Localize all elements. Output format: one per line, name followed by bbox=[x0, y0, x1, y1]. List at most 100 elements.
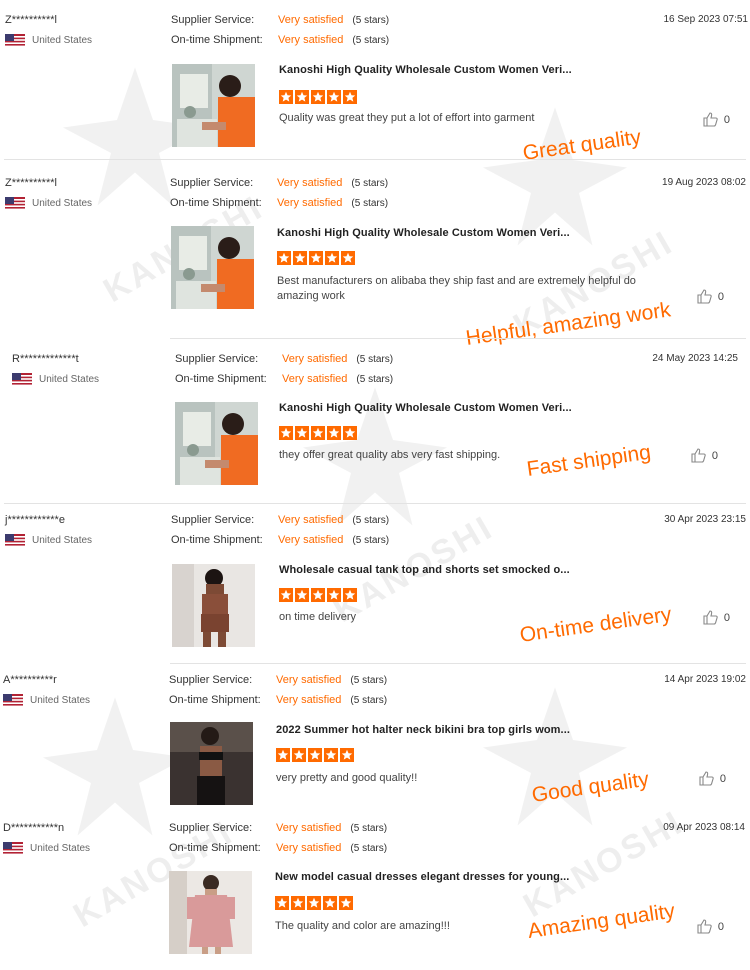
star-icon bbox=[340, 748, 354, 762]
product-title[interactable]: Kanoshi High Quality Wholesale Custom Wo… bbox=[277, 227, 570, 239]
rating-stars bbox=[276, 748, 356, 762]
thumbs-up-icon bbox=[699, 771, 714, 786]
review-divider bbox=[170, 663, 746, 664]
like-button[interactable]: 0 bbox=[691, 448, 718, 463]
review-date: 24 May 2023 14:25 bbox=[652, 353, 738, 364]
thumbs-up-icon bbox=[703, 610, 718, 625]
reviewer-name: Z**********l bbox=[5, 177, 57, 189]
rating-stars bbox=[279, 90, 359, 104]
like-button[interactable]: 0 bbox=[697, 919, 724, 934]
review-item: D***********n United States Supplier Ser… bbox=[0, 822, 750, 970]
supplier-service-value: Very satisfied bbox=[278, 14, 344, 26]
product-image[interactable] bbox=[172, 564, 255, 647]
highlight-caption: Amazing quality bbox=[526, 899, 677, 943]
review-date: 16 Sep 2023 07:51 bbox=[663, 14, 748, 25]
like-button[interactable]: 0 bbox=[699, 771, 726, 786]
star-icon bbox=[309, 251, 323, 265]
supplier-service-row: Supplier Service: Very satisfied (5 star… bbox=[171, 514, 389, 526]
review-date: 30 Apr 2023 23:15 bbox=[664, 514, 746, 525]
supplier-service-value: Very satisfied bbox=[282, 353, 348, 365]
review-comment: Best manufacturers on alibaba they ship … bbox=[277, 275, 636, 302]
ontime-shipment-value: Very satisfied bbox=[276, 842, 342, 854]
ontime-shipment-value: Very satisfied bbox=[276, 694, 342, 706]
ontime-shipment-label: On-time Shipment: bbox=[169, 842, 261, 854]
review-item: Z**********l United States Supplier Serv… bbox=[0, 177, 750, 350]
ontime-shipment-label: On-time Shipment: bbox=[171, 34, 263, 46]
ontime-shipment-label: On-time Shipment: bbox=[171, 534, 263, 546]
product-title[interactable]: New model casual dresses elegant dresses… bbox=[275, 871, 569, 883]
product-title[interactable]: Wholesale casual tank top and shorts set… bbox=[279, 564, 570, 576]
star-icon bbox=[339, 896, 353, 910]
review-date: 09 Apr 2023 08:14 bbox=[663, 822, 745, 833]
country-name: United States bbox=[32, 198, 93, 209]
supplier-service-value: Very satisfied bbox=[278, 514, 344, 526]
product-title[interactable]: Kanoshi High Quality Wholesale Custom Wo… bbox=[279, 402, 572, 414]
product-title[interactable]: Kanoshi High Quality Wholesale Custom Wo… bbox=[279, 64, 572, 76]
supplier-service-value: Very satisfied bbox=[276, 822, 342, 834]
rating-stars bbox=[275, 896, 355, 910]
star-icon bbox=[275, 896, 289, 910]
us-flag-icon bbox=[3, 842, 23, 855]
reviewer-country: United States bbox=[3, 842, 90, 855]
ontime-shipment-label: On-time Shipment: bbox=[169, 694, 261, 706]
reviewer-country: United States bbox=[5, 534, 92, 547]
us-flag-icon bbox=[5, 534, 25, 547]
product-image[interactable] bbox=[169, 871, 252, 954]
star-icon bbox=[327, 90, 341, 104]
star-icon bbox=[343, 90, 357, 104]
like-count: 0 bbox=[723, 113, 730, 126]
reviewer-name: A**********r bbox=[3, 674, 57, 686]
review-date: 19 Aug 2023 08:02 bbox=[662, 177, 746, 188]
like-button[interactable]: 0 bbox=[703, 610, 730, 625]
country-name: United States bbox=[30, 843, 91, 854]
ontime-shipment-row: On-time Shipment: Very satisfied (5 star… bbox=[170, 197, 388, 209]
star-icon bbox=[308, 748, 322, 762]
us-flag-icon bbox=[5, 34, 25, 47]
rating-stars bbox=[279, 426, 359, 440]
supplier-service-label: Supplier Service: bbox=[175, 353, 259, 365]
star-icon bbox=[311, 426, 325, 440]
review-date: 14 Apr 2023 19:02 bbox=[664, 674, 746, 685]
review-comment: Quality was great they put a lot of effo… bbox=[279, 112, 535, 124]
product-image[interactable] bbox=[171, 226, 254, 309]
reviewer-name: R*************t bbox=[12, 353, 79, 365]
product-image[interactable] bbox=[175, 402, 258, 485]
supplier-service-label: Supplier Service: bbox=[171, 514, 255, 526]
star-icon bbox=[311, 90, 325, 104]
ontime-shipment-stars: (5 stars) bbox=[352, 34, 390, 46]
star-icon bbox=[292, 748, 306, 762]
star-icon bbox=[327, 588, 341, 602]
review-divider bbox=[170, 338, 746, 339]
product-image[interactable] bbox=[170, 722, 253, 805]
us-flag-icon bbox=[3, 694, 23, 707]
like-count: 0 bbox=[717, 290, 724, 303]
star-icon bbox=[327, 426, 341, 440]
ontime-shipment-stars: (5 stars) bbox=[350, 694, 388, 706]
star-icon bbox=[325, 251, 339, 265]
product-title[interactable]: 2022 Summer hot halter neck bikini bra t… bbox=[276, 724, 570, 736]
supplier-service-stars: (5 stars) bbox=[352, 14, 390, 26]
thumbs-up-icon bbox=[697, 289, 712, 304]
supplier-service-stars: (5 stars) bbox=[352, 514, 390, 526]
thumbs-up-icon bbox=[691, 448, 706, 463]
country-name: United States bbox=[32, 535, 93, 546]
like-button[interactable]: 0 bbox=[703, 112, 730, 127]
highlight-caption: Fast shipping bbox=[525, 440, 653, 481]
star-icon bbox=[343, 588, 357, 602]
ontime-shipment-row: On-time Shipment: Very satisfied (5 star… bbox=[171, 34, 389, 46]
star-icon bbox=[291, 896, 305, 910]
supplier-service-stars: (5 stars) bbox=[350, 674, 388, 686]
ontime-shipment-row: On-time Shipment: Very satisfied (5 star… bbox=[169, 694, 387, 706]
star-icon bbox=[343, 426, 357, 440]
rating-stars bbox=[277, 251, 357, 265]
like-count: 0 bbox=[717, 920, 724, 933]
highlight-caption: Helpful, amazing work bbox=[464, 298, 673, 350]
like-button[interactable]: 0 bbox=[697, 289, 724, 304]
product-image[interactable] bbox=[172, 64, 255, 147]
review-item: j************e United States Supplier Se… bbox=[0, 514, 750, 664]
ontime-shipment-value: Very satisfied bbox=[282, 373, 348, 385]
review-divider bbox=[4, 159, 746, 160]
like-count: 0 bbox=[711, 449, 718, 462]
us-flag-icon bbox=[12, 373, 32, 386]
rating-stars bbox=[279, 588, 359, 602]
